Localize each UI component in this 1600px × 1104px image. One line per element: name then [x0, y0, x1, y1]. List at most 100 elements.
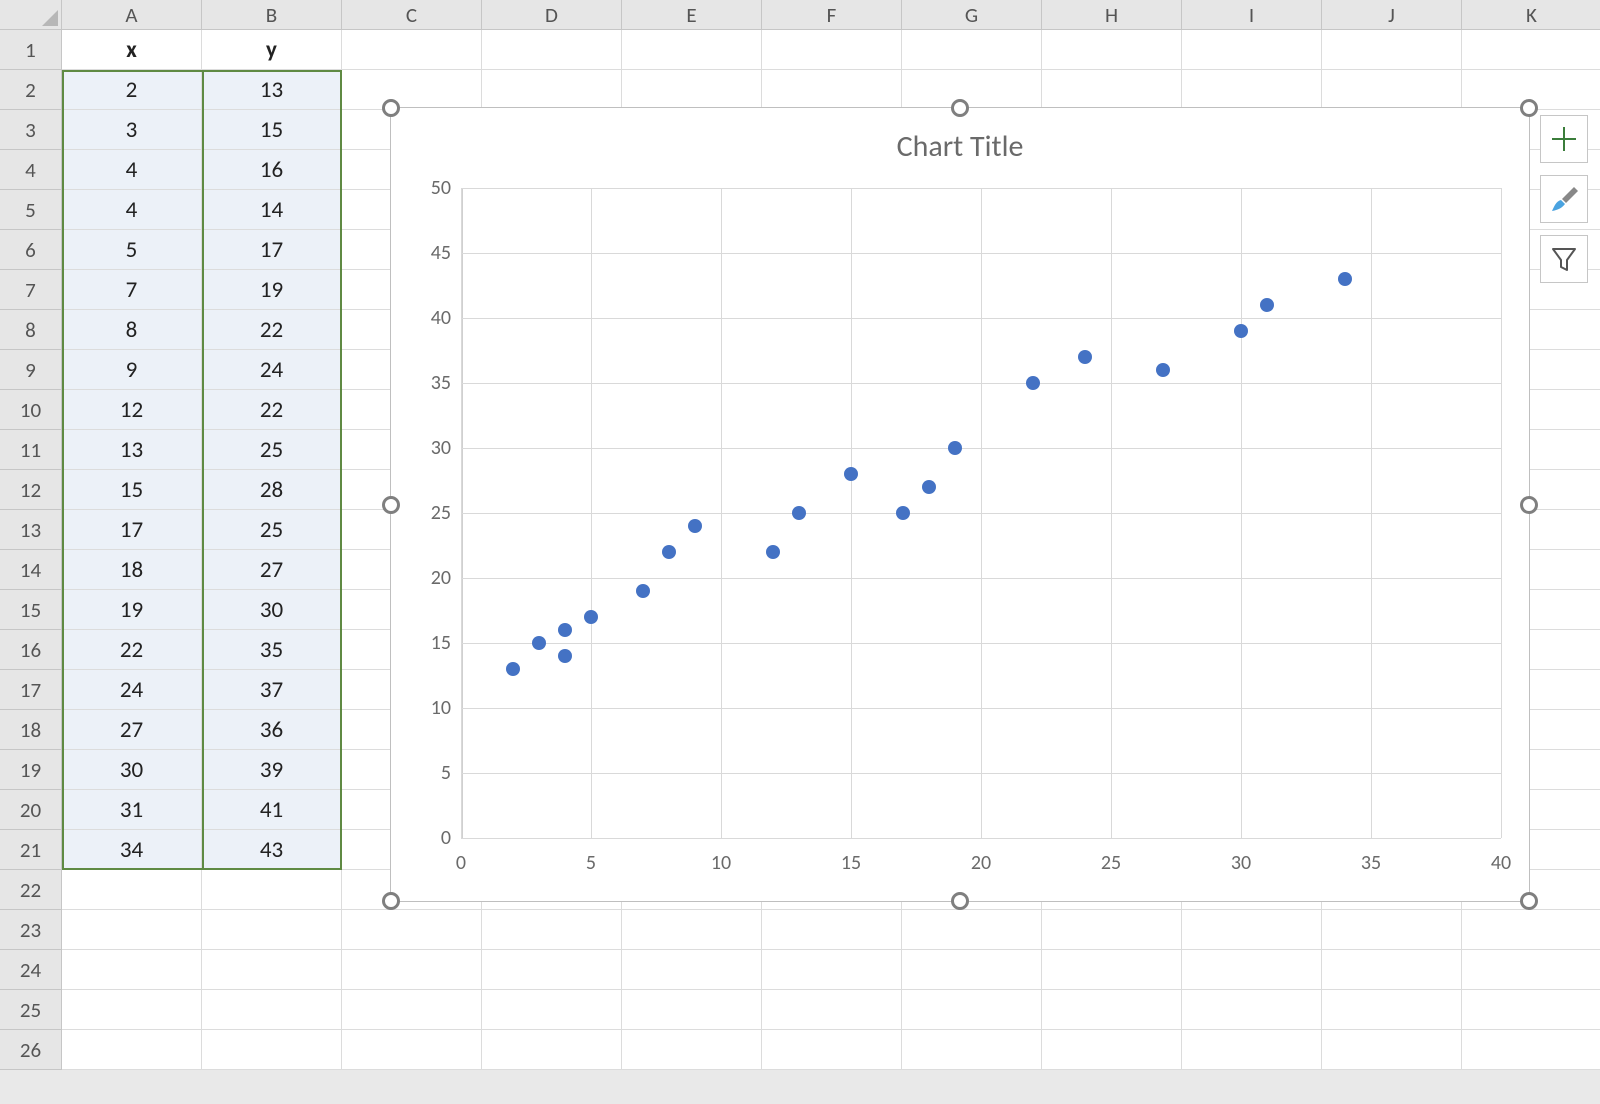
cell-A14[interactable]: 18: [62, 550, 202, 590]
cell-A2[interactable]: 2: [62, 70, 202, 110]
row-header-12[interactable]: 12: [0, 470, 62, 510]
row-header-1[interactable]: 1: [0, 30, 62, 70]
row-header-19[interactable]: 19: [0, 750, 62, 790]
cell-A9[interactable]: 9: [62, 350, 202, 390]
cell-A16[interactable]: 22: [62, 630, 202, 670]
column-header-J[interactable]: J: [1322, 0, 1462, 30]
row-header-7[interactable]: 7: [0, 270, 62, 310]
cell-A19[interactable]: 30: [62, 750, 202, 790]
cell-F24[interactable]: [762, 950, 902, 990]
row-header-26[interactable]: 26: [0, 1030, 62, 1070]
cell-J24[interactable]: [1322, 950, 1462, 990]
row-header-2[interactable]: 2: [0, 70, 62, 110]
cell-I23[interactable]: [1182, 910, 1322, 950]
data-point[interactable]: [792, 506, 806, 520]
cell-B3[interactable]: 15: [202, 110, 342, 150]
column-header-A[interactable]: A: [62, 0, 202, 30]
cell-E23[interactable]: [622, 910, 762, 950]
cell-F1[interactable]: [762, 30, 902, 70]
cell-A20[interactable]: 31: [62, 790, 202, 830]
plot-area[interactable]: [461, 188, 1501, 838]
cell-I26[interactable]: [1182, 1030, 1322, 1070]
cell-B18[interactable]: 36: [202, 710, 342, 750]
data-point[interactable]: [584, 610, 598, 624]
cell-B8[interactable]: 22: [202, 310, 342, 350]
cell-D23[interactable]: [482, 910, 622, 950]
cell-B26[interactable]: [202, 1030, 342, 1070]
cell-B17[interactable]: 37: [202, 670, 342, 710]
resize-handle-e[interactable]: [1520, 496, 1538, 514]
cell-C25[interactable]: [342, 990, 482, 1030]
column-header-E[interactable]: E: [622, 0, 762, 30]
row-header-22[interactable]: 22: [0, 870, 62, 910]
cell-D24[interactable]: [482, 950, 622, 990]
cell-B15[interactable]: 30: [202, 590, 342, 630]
row-header-3[interactable]: 3: [0, 110, 62, 150]
column-header-H[interactable]: H: [1042, 0, 1182, 30]
cell-I1[interactable]: [1182, 30, 1322, 70]
data-point[interactable]: [558, 623, 572, 637]
cell-D1[interactable]: [482, 30, 622, 70]
resize-handle-ne[interactable]: [1520, 99, 1538, 117]
cell-B10[interactable]: 22: [202, 390, 342, 430]
chart-filters-button[interactable]: [1540, 235, 1588, 283]
select-all-corner[interactable]: [0, 0, 62, 30]
cell-E2[interactable]: [622, 70, 762, 110]
cell-B11[interactable]: 25: [202, 430, 342, 470]
cell-A26[interactable]: [62, 1030, 202, 1070]
cell-B25[interactable]: [202, 990, 342, 1030]
cell-A3[interactable]: 3: [62, 110, 202, 150]
cell-G24[interactable]: [902, 950, 1042, 990]
cell-F26[interactable]: [762, 1030, 902, 1070]
resize-handle-s[interactable]: [951, 892, 969, 910]
resize-handle-w[interactable]: [382, 496, 400, 514]
row-header-9[interactable]: 9: [0, 350, 62, 390]
cell-C24[interactable]: [342, 950, 482, 990]
cell-C2[interactable]: [342, 70, 482, 110]
cell-D2[interactable]: [482, 70, 622, 110]
chart-styles-button[interactable]: [1540, 175, 1588, 223]
cell-H1[interactable]: [1042, 30, 1182, 70]
cell-A24[interactable]: [62, 950, 202, 990]
cell-B7[interactable]: 19: [202, 270, 342, 310]
cell-A17[interactable]: 24: [62, 670, 202, 710]
data-point[interactable]: [506, 662, 520, 676]
row-header-8[interactable]: 8: [0, 310, 62, 350]
cell-H26[interactable]: [1042, 1030, 1182, 1070]
cell-F2[interactable]: [762, 70, 902, 110]
column-header-B[interactable]: B: [202, 0, 342, 30]
cell-B13[interactable]: 25: [202, 510, 342, 550]
row-header-15[interactable]: 15: [0, 590, 62, 630]
cell-J25[interactable]: [1322, 990, 1462, 1030]
row-header-14[interactable]: 14: [0, 550, 62, 590]
cell-K24[interactable]: [1462, 950, 1600, 990]
cell-A4[interactable]: 4: [62, 150, 202, 190]
cell-C23[interactable]: [342, 910, 482, 950]
row-header-23[interactable]: 23: [0, 910, 62, 950]
cell-B2[interactable]: 13: [202, 70, 342, 110]
cell-A10[interactable]: 12: [62, 390, 202, 430]
cell-E26[interactable]: [622, 1030, 762, 1070]
cell-G1[interactable]: [902, 30, 1042, 70]
data-point[interactable]: [1234, 324, 1248, 338]
column-header-D[interactable]: D: [482, 0, 622, 30]
cell-B4[interactable]: 16: [202, 150, 342, 190]
cell-A7[interactable]: 7: [62, 270, 202, 310]
data-point[interactable]: [558, 649, 572, 663]
data-point[interactable]: [922, 480, 936, 494]
cell-A11[interactable]: 13: [62, 430, 202, 470]
resize-handle-n[interactable]: [951, 99, 969, 117]
data-point[interactable]: [1260, 298, 1274, 312]
cell-F25[interactable]: [762, 990, 902, 1030]
cell-H23[interactable]: [1042, 910, 1182, 950]
data-point[interactable]: [948, 441, 962, 455]
cell-F23[interactable]: [762, 910, 902, 950]
row-header-17[interactable]: 17: [0, 670, 62, 710]
cell-E24[interactable]: [622, 950, 762, 990]
row-header-25[interactable]: 25: [0, 990, 62, 1030]
cell-B20[interactable]: 41: [202, 790, 342, 830]
data-point[interactable]: [844, 467, 858, 481]
data-point[interactable]: [662, 545, 676, 559]
cell-B1[interactable]: y: [202, 30, 342, 70]
cell-B21[interactable]: 43: [202, 830, 342, 870]
